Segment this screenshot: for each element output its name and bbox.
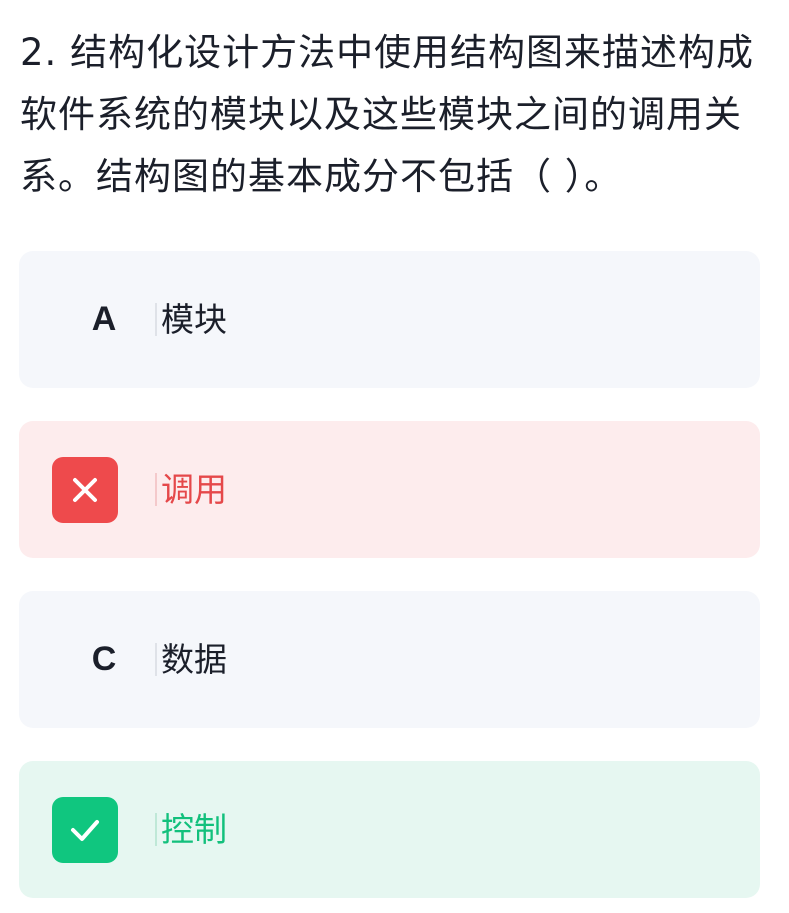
option-label: 调用: [161, 470, 227, 509]
option-divider: [155, 643, 157, 676]
option-a[interactable]: A 模块: [19, 251, 760, 388]
option-label: 数据: [161, 640, 227, 679]
option-b[interactable]: 调用: [19, 421, 760, 558]
option-d[interactable]: 控制: [19, 761, 760, 898]
option-divider: [155, 473, 157, 506]
option-letter: A: [91, 300, 117, 338]
option-c[interactable]: C 数据: [19, 591, 760, 728]
option-label: 控制: [161, 810, 227, 849]
option-divider: [155, 303, 157, 336]
option-divider: [155, 813, 157, 846]
check-icon: [52, 797, 118, 863]
question-text: 2. 结构化设计方法中使用结构图来描述构成软件系统的模块以及这些模块之间的调用关…: [20, 31, 755, 198]
close-icon: [52, 457, 118, 523]
option-letter: C: [91, 640, 117, 678]
option-label: 模块: [161, 300, 227, 339]
